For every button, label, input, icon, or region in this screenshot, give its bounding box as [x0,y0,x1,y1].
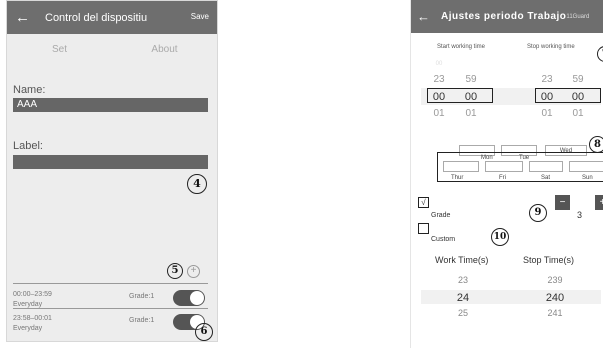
day-box[interactable] [569,161,603,172]
custom-label: Custom [431,236,456,243]
divider [13,308,208,309]
header-suffix[interactable]: 11Guard [566,14,589,20]
custom-checkbox[interactable] [418,223,429,234]
label-label: Label: [13,140,43,152]
divider [13,283,208,284]
schedule-repeat: Everyday [13,325,43,332]
grade-value: 3 [577,210,583,220]
label-field[interactable] [13,155,208,169]
stop-time-label: Stop working time [527,44,575,50]
header-bar: ← Control del dispositiu Save [7,1,217,34]
page-title: Control del dispositiu [45,11,148,24]
stop-minute-prev: 59 [572,74,584,85]
callout-8: 8 [589,136,603,153]
schedule-row-1[interactable]: 00:00–23:59 Everyday [13,290,52,310]
stop-hour-prev: 23 [541,74,553,85]
day-box[interactable] [443,161,479,172]
callout-10: 10 [491,228,509,246]
day-box[interactable] [485,161,523,172]
tab-about[interactable]: About [112,44,217,55]
start-time-highlight [427,88,493,103]
callout-6: 6 [195,323,213,341]
callout-7: 7 [597,46,603,62]
stop-time-next: 241 [547,308,563,318]
start-time-label: Start working time [437,44,486,50]
callout-9: 9 [529,204,547,222]
page-title: Ajustes periodo Trabajo [441,11,567,22]
grade-label: Grade [431,212,451,219]
stop-minute-next: 01 [572,108,584,119]
day-sat[interactable]: Sat [541,175,550,181]
stop-time-prev: 239 [547,275,563,285]
schedule-time: 00:00–23:59 [13,291,52,298]
tab-set[interactable]: Set [7,44,112,55]
start-minute-prev: 59 [465,74,477,85]
plus-button[interactable]: + [595,195,603,210]
schedule-time: 23:58–00:01 [13,315,52,322]
schedule-grade: Grade:1 [129,317,155,324]
tab-bar: Set About [7,34,217,64]
name-field[interactable]: AAA [13,98,208,112]
minus-button[interactable]: − [555,195,570,210]
day-thur[interactable]: Thur [451,175,463,181]
schedule-toggle-1[interactable] [173,290,205,306]
work-time-next: 25 [457,308,468,318]
start-minute-next: 01 [465,108,477,119]
header-bar: ← Ajustes periodo Trabajo 11Guard [411,0,603,33]
stop-hour-next: 01 [541,108,553,119]
work-time-prev: 23 [457,275,468,285]
arrow-left-icon[interactable]: ← [417,9,435,24]
toggle-knob [190,291,204,305]
arrow-left-icon[interactable]: ← [15,9,37,26]
work-time-value[interactable]: 24 [433,292,493,304]
save-button[interactable]: Save [191,12,209,21]
device-control-screen: ← Control del dispositiu Save Set About … [6,0,218,342]
callout-4: 4 [187,174,207,194]
schedule-grade: Grade:1 [129,293,155,300]
schedule-row-2[interactable]: 23:58–00:01 Everyday [13,314,52,334]
day-sun[interactable]: Sun [582,175,593,181]
callout-5: 5 [167,263,183,279]
picker-faded: 00 [435,61,443,67]
work-time-title: Work Time(s) [435,255,489,265]
start-hour-next: 01 [433,108,445,119]
start-hour-prev: 23 [433,74,445,85]
day-box[interactable] [529,161,563,172]
plus-circle-icon[interactable]: + [187,265,200,278]
stop-time-value[interactable]: 240 [525,292,585,304]
grade-checkbox[interactable]: √ [418,197,429,208]
work-period-screen: ← Ajustes periodo Trabajo 11Guard Start … [410,0,603,348]
stop-time-highlight [535,88,601,103]
day-fri[interactable]: Fri [499,175,506,181]
stop-time-title: Stop Time(s) [523,255,575,265]
name-label: Name: [13,84,46,96]
